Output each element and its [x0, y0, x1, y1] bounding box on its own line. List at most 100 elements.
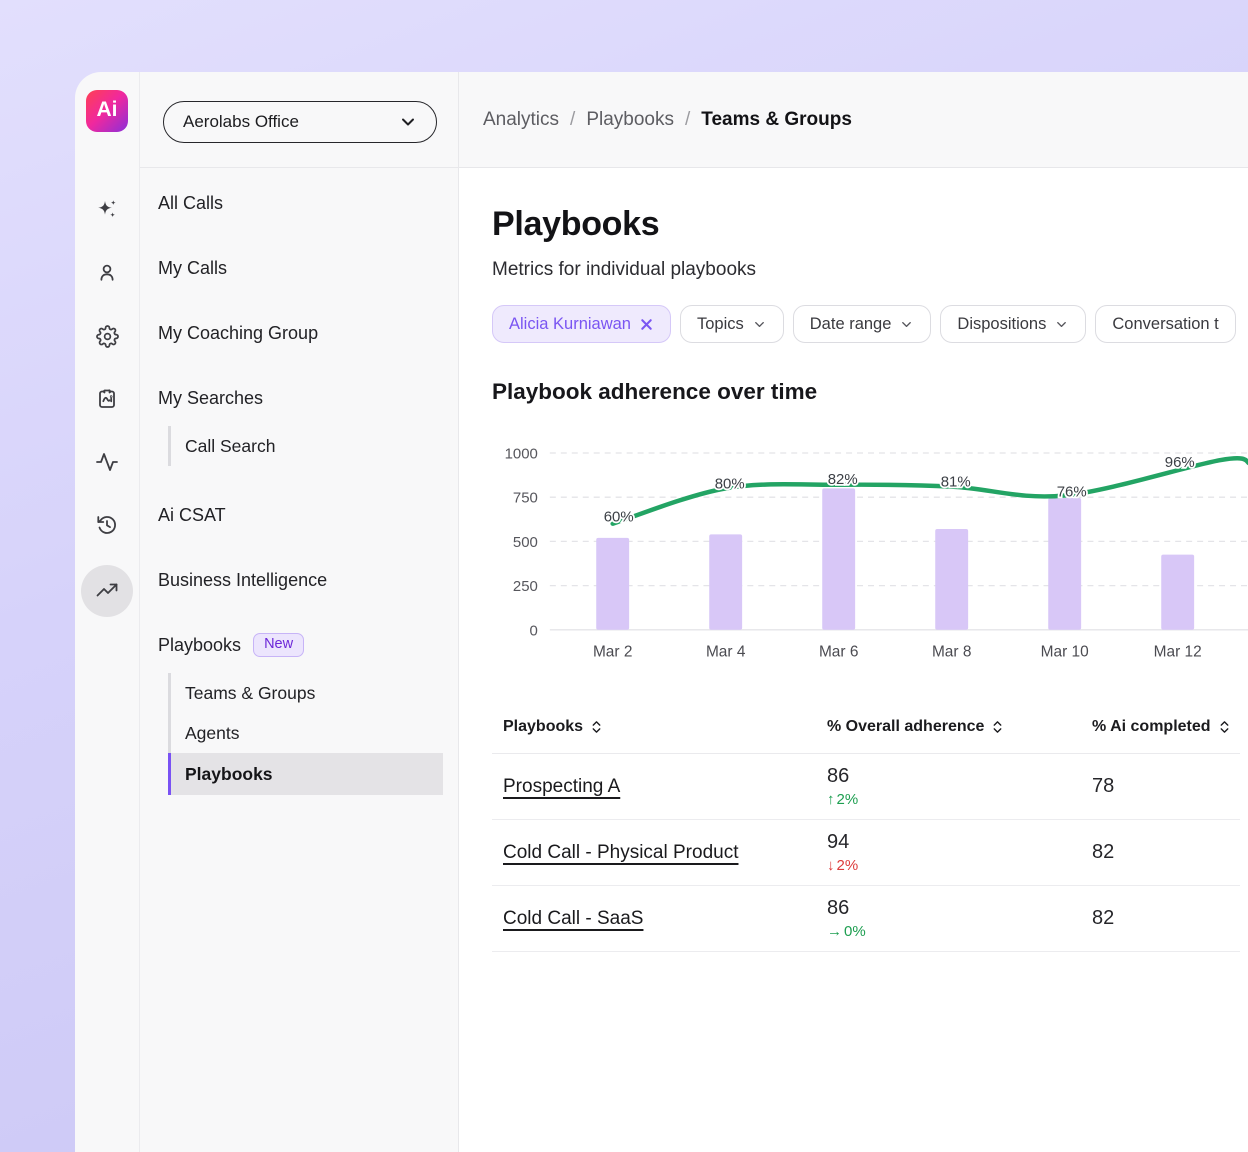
content-body: Playbooks Metrics for individual playboo…: [459, 168, 1248, 1152]
adherence-chart: 02505007501000Mar 2Mar 4Mar 6Mar 8Mar 10…: [492, 430, 1248, 680]
playbook-link[interactable]: Cold Call - SaaS: [503, 908, 643, 929]
column-header-overall-adherence[interactable]: % Overall adherence: [827, 718, 1092, 736]
breadcrumb-analytics[interactable]: Analytics: [483, 109, 559, 131]
activity-icon: [95, 450, 119, 474]
filter-chip-agent[interactable]: Alicia Kurniawan: [492, 305, 671, 343]
sidebar-item-my-coaching-group[interactable]: My Coaching Group: [140, 313, 458, 353]
chevron-down-icon: [398, 112, 418, 132]
filter-chip-topics[interactable]: Topics: [680, 305, 784, 343]
new-badge: New: [253, 633, 304, 657]
svg-text:60%: 60%: [604, 509, 634, 526]
playbook-clipboard-icon: [95, 387, 119, 411]
column-header-ai-completed[interactable]: % Ai completed: [1092, 718, 1240, 736]
adherence-change: →0%: [827, 923, 1092, 940]
sidebar-item-agents[interactable]: Agents: [171, 713, 443, 753]
ai-completed-value: 78: [1092, 775, 1240, 798]
sidebar-item-playbooks-sub[interactable]: Playbooks: [168, 753, 443, 795]
rail-button-history[interactable]: [87, 505, 127, 545]
change-arrow-icon: ↓: [827, 857, 835, 874]
table-row: Cold Call - SaaS 86 →0% 82: [492, 886, 1240, 952]
change-arrow-icon: →: [827, 923, 842, 940]
svg-text:76%: 76%: [1057, 483, 1087, 500]
sidebar-item-my-searches[interactable]: My Searches: [140, 378, 458, 418]
breadcrumb-current: Teams & Groups: [701, 109, 852, 131]
filter-chip-conversation-type[interactable]: Conversation t: [1095, 305, 1235, 343]
filter-chip-date-range[interactable]: Date range: [793, 305, 932, 343]
playbook-link[interactable]: Prospecting A: [503, 776, 620, 797]
svg-text:81%: 81%: [941, 474, 971, 491]
rail-button-ai-assistant[interactable]: [87, 190, 127, 230]
ai-completed-value: 82: [1092, 907, 1240, 930]
workspace-selector[interactable]: Aerolabs Office: [163, 101, 437, 143]
sidebar: Aerolabs Office All Calls My Calls My Co…: [140, 72, 459, 1152]
gear-icon: [96, 325, 119, 348]
chart-title: Playbook adherence over time: [492, 377, 1248, 406]
svg-text:1000: 1000: [505, 445, 538, 462]
playbooks-subgroup: Teams & Groups Agents Playbooks: [168, 673, 443, 795]
adherence-change: ↓2%: [827, 857, 1092, 874]
rail-button-analytics[interactable]: [81, 565, 133, 617]
breadcrumb-playbooks[interactable]: Playbooks: [586, 109, 674, 131]
sort-icon: [1218, 719, 1231, 735]
sidebar-item-label: Playbooks: [158, 635, 241, 656]
main-content: Analytics / Playbooks / Teams & Groups P…: [459, 72, 1248, 1152]
breadcrumb-separator: /: [685, 109, 690, 131]
svg-text:Mar 4: Mar 4: [706, 644, 746, 661]
svg-text:500: 500: [513, 534, 538, 551]
nav-rail: Ai: [75, 72, 140, 1152]
ai-completed-value: 82: [1092, 841, 1240, 864]
rail-button-playbooks[interactable]: [87, 379, 127, 419]
table-row: Prospecting A 86 ↑2% 78: [492, 754, 1240, 820]
svg-text:250: 250: [513, 578, 538, 595]
breadcrumb: Analytics / Playbooks / Teams & Groups: [483, 109, 852, 131]
sort-icon: [991, 719, 1004, 735]
sidebar-menu: All Calls My Calls My Coaching Group My …: [140, 168, 458, 795]
playbook-link[interactable]: Cold Call - Physical Product: [503, 842, 738, 863]
sidebar-item-all-calls[interactable]: All Calls: [140, 183, 458, 223]
ai-logo-text: Ai: [97, 98, 118, 122]
sort-icon: [590, 719, 603, 735]
table-header-row: Playbooks % Overall adherence % Ai compl…: [492, 700, 1240, 754]
rail-button-contacts[interactable]: [87, 253, 127, 293]
rail-button-activity[interactable]: [87, 442, 127, 482]
chevron-down-icon: [752, 317, 767, 332]
column-header-playbooks[interactable]: Playbooks: [492, 718, 827, 736]
rail-button-settings[interactable]: [87, 316, 127, 356]
page-title: Playbooks: [492, 207, 1248, 241]
sparkles-icon: [94, 197, 120, 223]
sidebar-item-call-search[interactable]: Call Search: [171, 426, 443, 466]
sidebar-item-teams-groups[interactable]: Teams & Groups: [171, 673, 443, 713]
overall-adherence-value: 86: [827, 897, 1092, 920]
svg-text:80%: 80%: [715, 475, 745, 492]
svg-text:Mar 2: Mar 2: [593, 644, 632, 661]
sidebar-item-my-calls[interactable]: My Calls: [140, 248, 458, 288]
svg-text:82%: 82%: [828, 471, 858, 488]
my-searches-subgroup: Call Search: [168, 426, 443, 466]
person-icon: [95, 261, 119, 285]
filter-chip-label: Conversation t: [1112, 315, 1218, 334]
overall-adherence-value: 94: [827, 831, 1092, 854]
history-icon: [95, 513, 119, 537]
app-logo[interactable]: Ai: [86, 90, 128, 132]
close-icon[interactable]: [639, 317, 654, 332]
playbooks-table: Playbooks % Overall adherence % Ai compl…: [492, 700, 1240, 952]
app-window: Ai: [75, 72, 1248, 1152]
chevron-down-icon: [899, 317, 914, 332]
filter-chip-label: Alicia Kurniawan: [509, 315, 631, 334]
svg-text:96%: 96%: [1165, 454, 1195, 471]
rail-icon-list: [81, 190, 133, 640]
adherence-change: ↑2%: [827, 791, 1092, 808]
change-arrow-icon: ↑: [827, 791, 835, 808]
trending-up-icon: [95, 579, 119, 603]
adherence-chart-svg: 02505007501000Mar 2Mar 4Mar 6Mar 8Mar 10…: [492, 430, 1248, 680]
filter-chip-dispositions[interactable]: Dispositions: [940, 305, 1086, 343]
filter-chip-label: Dispositions: [957, 315, 1046, 334]
content-header: Analytics / Playbooks / Teams & Groups: [459, 72, 1248, 168]
sidebar-item-business-intelligence[interactable]: Business Intelligence: [140, 560, 458, 600]
filter-chip-label: Topics: [697, 315, 744, 334]
overall-adherence-value: 86: [827, 765, 1092, 788]
sidebar-item-playbooks[interactable]: Playbooks New: [140, 625, 458, 665]
table-row: Cold Call - Physical Product 94 ↓2% 82: [492, 820, 1240, 886]
sidebar-item-ai-csat[interactable]: Ai CSAT: [140, 495, 458, 535]
svg-text:Mar 12: Mar 12: [1154, 644, 1202, 661]
